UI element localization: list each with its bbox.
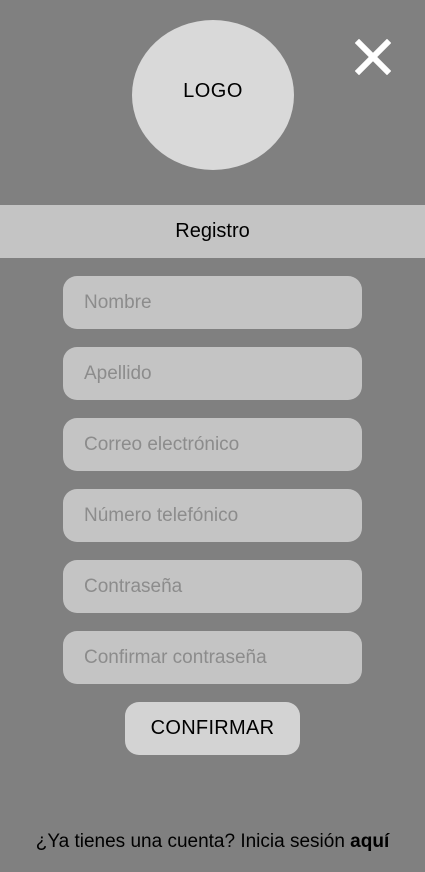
confirm-button[interactable]: CONFIRMAR (125, 702, 300, 755)
login-prompt: ¿Ya tienes una cuenta? Inicia sesión aqu… (0, 831, 425, 853)
title-bar: Registro (0, 205, 425, 258)
logo-text: LOGO (183, 79, 243, 102)
last-name-input[interactable] (63, 347, 362, 400)
logo: LOGO (132, 20, 294, 170)
page-title: Registro (175, 220, 250, 242)
first-name-input[interactable] (63, 276, 362, 329)
phone-input[interactable] (63, 489, 362, 542)
close-button[interactable] (355, 39, 391, 75)
close-icon[interactable] (355, 39, 391, 75)
login-prompt-text: ¿Ya tienes una cuenta? Inicia sesión (35, 831, 351, 852)
login-link[interactable]: aquí (350, 831, 389, 852)
email-input[interactable] (63, 418, 362, 471)
confirm-password-input[interactable] (63, 631, 362, 684)
password-input[interactable] (63, 560, 362, 613)
